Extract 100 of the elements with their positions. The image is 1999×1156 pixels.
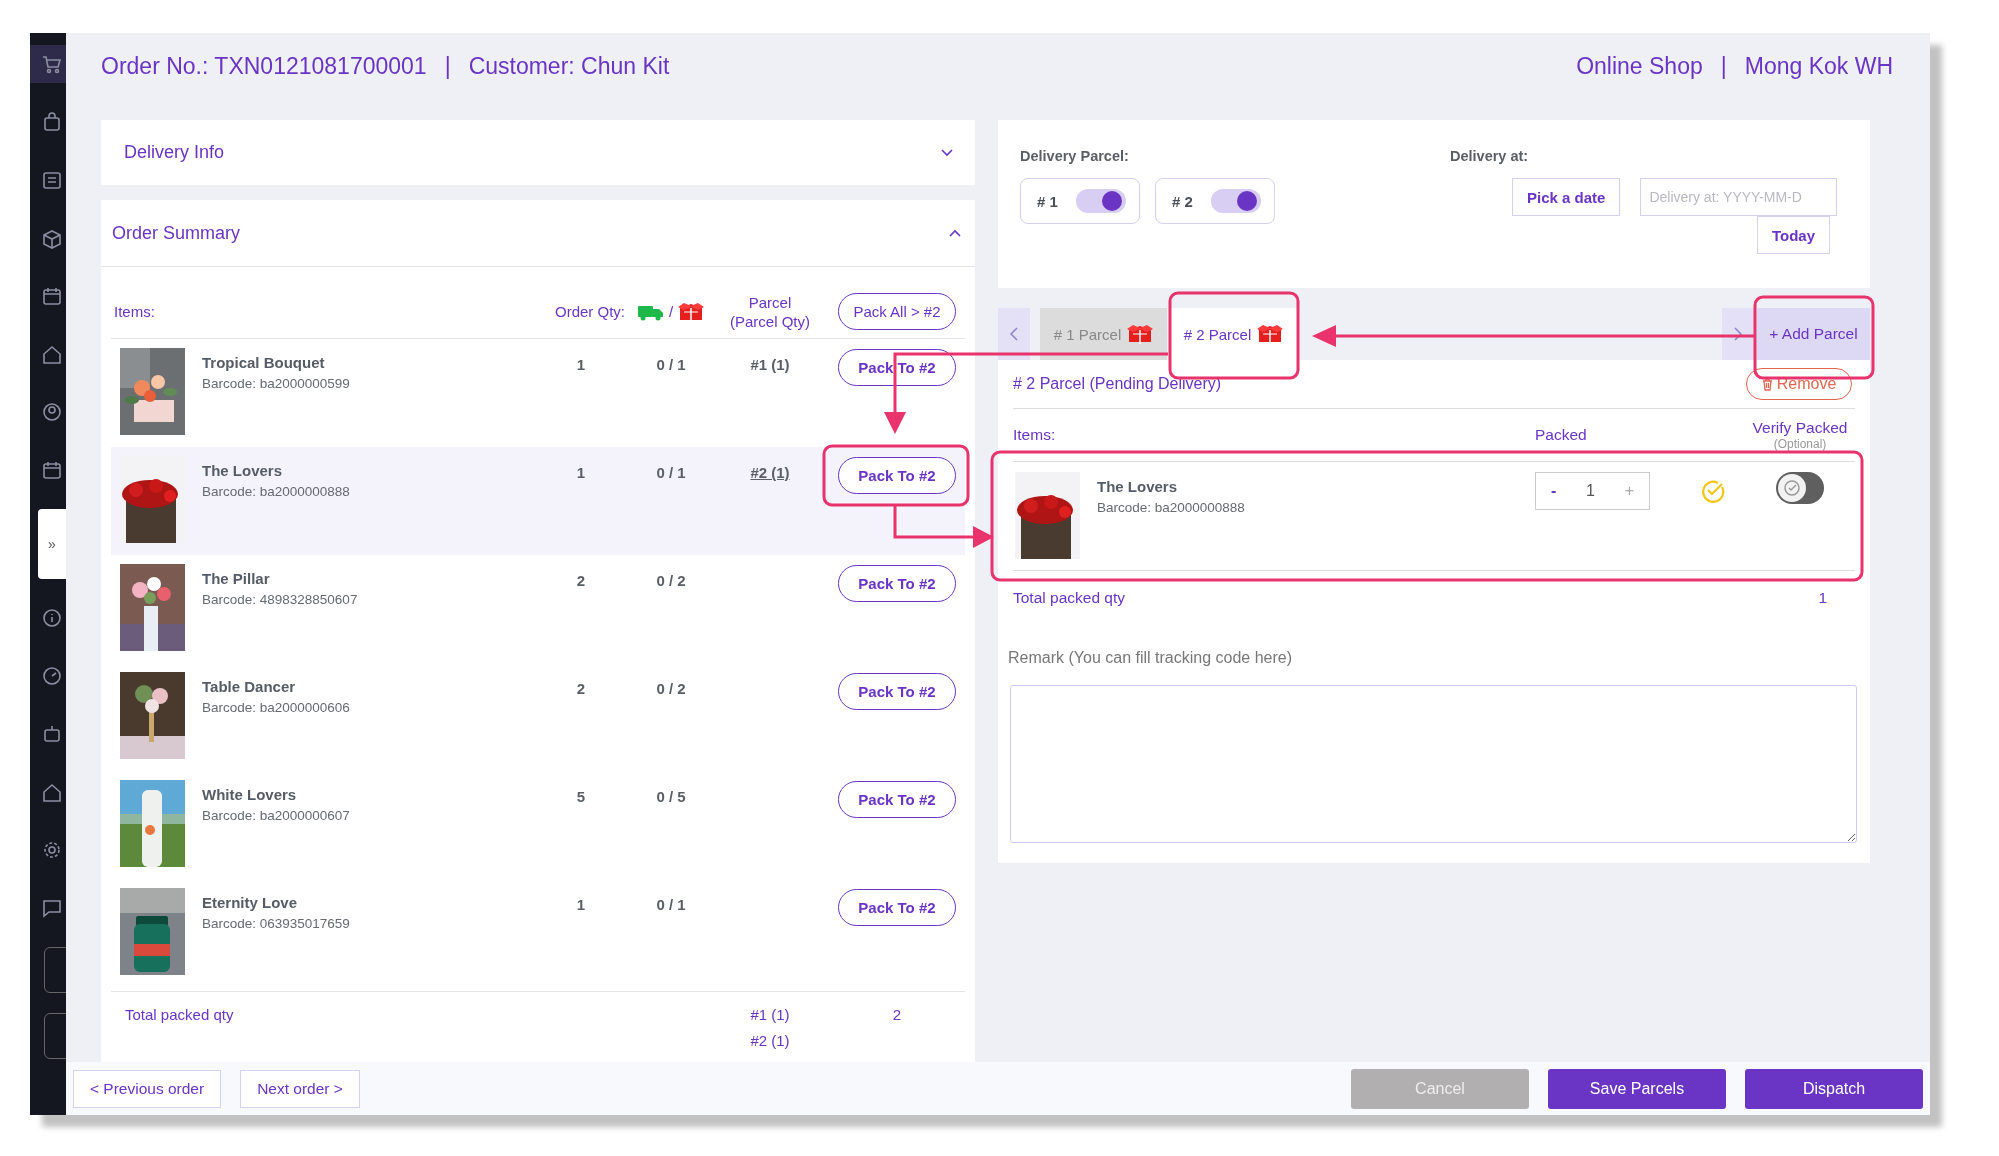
bag-icon[interactable] [41, 111, 63, 133]
verify-switch[interactable] [1776, 472, 1824, 504]
remark-field[interactable] [1010, 685, 1857, 843]
column-header: Items: [113, 303, 156, 320]
table-cell-text: 0 / 1 [655, 895, 687, 913]
toggle-switch[interactable] [1076, 189, 1126, 213]
total-value: 1 [1818, 589, 1827, 607]
box-icon[interactable] [41, 227, 63, 249]
pack-button[interactable]: Pack To #2 [838, 349, 956, 386]
box-icon [1257, 324, 1284, 344]
column-note: (Optional) [1773, 437, 1827, 451]
item-barcode: Barcode: ba2000000888 [1097, 500, 1245, 515]
chevron-down-icon[interactable] [941, 148, 953, 157]
item-row[interactable]: The Lovers Barcode: ba2000000888 1 0 / 1 #2 (1) Pack To #2 [111, 447, 965, 555]
user-icon[interactable] [41, 401, 63, 423]
list-icon[interactable] [41, 169, 63, 191]
item-row[interactable]: Eternity Love Barcode: 063935017659 1 0 / 1 Pack To #2 [111, 879, 965, 987]
quantity-stepper[interactable]: - 1 + [1535, 472, 1650, 510]
item-barcode: Barcode: ba2000000606 [202, 700, 350, 715]
table-cell-text: 0 / 2 [655, 679, 687, 697]
date-field[interactable]: Delivery at: YYYY-MM-D [1640, 178, 1838, 216]
today-button[interactable]: Today [1756, 216, 1830, 254]
pack-all-button[interactable]: Pack All > #2 [838, 293, 956, 330]
parcel-toggle[interactable]: # 1 [1020, 178, 1140, 224]
pack-button[interactable]: Pack To #2 [838, 781, 956, 818]
total-label: Total packed qty [124, 1006, 235, 1025]
column-header: Packed [1535, 426, 1588, 444]
toggle-label: # 2 [1172, 192, 1193, 210]
sidebar-item[interactable] [30, 45, 66, 83]
next-order-button[interactable]: Next order > [240, 1069, 360, 1108]
column-header: Items: [1013, 426, 1057, 444]
settings-icon[interactable] [41, 839, 63, 861]
chevron-right-icon [1734, 327, 1742, 341]
info-icon[interactable] [41, 607, 63, 629]
calendar-icon[interactable] [41, 285, 63, 307]
item-row[interactable]: Table Dancer Barcode: ba2000000606 2 0 / 2 Pack To #2 [111, 663, 965, 771]
previous-button[interactable] [998, 308, 1030, 360]
pack-button[interactable]: Pack To #2 [838, 889, 956, 926]
item-barcode: Barcode: ba2000000599 [202, 376, 350, 391]
panel-title: Delivery Info [124, 142, 225, 163]
item-row[interactable]: Tropical Bouquet Barcode: ba2000000599 1 0 / 1 #1 (1) Pack To #2 [111, 339, 965, 447]
home-icon[interactable] [41, 781, 63, 803]
header-text: Mong Kok WH [1744, 53, 1893, 80]
total-value: 2 [892, 1006, 902, 1023]
pack-button[interactable]: Pack To #2 [838, 565, 956, 602]
parcel-link[interactable]: #2 (1) [750, 464, 790, 481]
delivery-info-panel[interactable]: Delivery Info [101, 120, 975, 185]
cart-icon[interactable] [41, 53, 63, 75]
table-cell-text: 0 / 1 [655, 355, 687, 373]
item-row[interactable]: The Pillar Barcode: 4898328850607 2 0 / 2 Pack To #2 [111, 555, 965, 663]
chat-icon[interactable] [41, 897, 63, 919]
robot-icon[interactable] [41, 723, 63, 745]
action-button[interactable]: Dispatch [1745, 1068, 1923, 1109]
sidebar-toggle[interactable]: » [38, 509, 66, 579]
table-cell-text: 0 / 1 [655, 463, 687, 481]
item-row[interactable]: White Lovers Barcode: ba2000000607 5 0 / 5 Pack To #2 [111, 771, 965, 879]
add-parcel-button[interactable]: + Add Parcel [1757, 308, 1870, 360]
table-cell-text: 1 [575, 463, 587, 481]
table-cell-text: 0 / 2 [655, 571, 687, 589]
item-barcode: Barcode: 4898328850607 [202, 592, 358, 607]
table-cell-text: 5 [575, 787, 587, 805]
column-header: Parcel [748, 293, 792, 311]
table-cell-text: 2 [575, 679, 587, 697]
next-button[interactable] [1722, 308, 1754, 360]
chevron-up-icon[interactable] [949, 229, 961, 237]
column-header: / [668, 303, 674, 320]
gauge-icon[interactable] [41, 665, 63, 687]
remove-button[interactable]: Remove [1746, 368, 1852, 400]
total-label: Total packed qty [1013, 589, 1125, 607]
table-cell-text: 1 [575, 355, 587, 373]
field-label: Delivery at: [1450, 148, 1530, 164]
item-name: Table Dancer [202, 678, 297, 695]
column-header: (Parcel Qty) [730, 312, 810, 330]
table-cell-text: 0 / 5 [655, 787, 687, 805]
pick-date-button[interactable]: Pick a date [1512, 178, 1621, 216]
header-text: Customer: Chun Kit [468, 53, 670, 80]
table-cell-text: 2 [575, 571, 587, 589]
calendar-icon[interactable] [41, 459, 63, 481]
parcel-tab[interactable]: # 2 Parcel [1170, 308, 1297, 360]
toggle-label: # 1 [1037, 192, 1058, 210]
header-text: Online Shop [1576, 53, 1703, 80]
panel-title: Order Summary [112, 222, 241, 244]
header-text: | [1720, 53, 1727, 80]
column-header: Verify Packed [1752, 419, 1848, 437]
item-name: Eternity Love [202, 894, 299, 911]
decrement-button[interactable]: - [1550, 482, 1557, 500]
box-icon [678, 301, 705, 322]
field-label: Delivery Parcel: [1020, 148, 1130, 164]
home-icon[interactable] [41, 343, 63, 365]
column-header: Order Qty: [554, 303, 626, 320]
item-barcode: Barcode: 063935017659 [202, 916, 350, 931]
item-name: The Pillar [202, 570, 271, 587]
parcel-title: # 2 Parcel (Pending Delivery) [1013, 375, 1222, 393]
action-button[interactable]: Save Parcels [1548, 1068, 1726, 1109]
previous-order-button[interactable]: < Previous order [73, 1069, 222, 1108]
box-icon [1127, 324, 1154, 344]
pack-button[interactable]: Pack To #2 [838, 673, 956, 710]
pack-button[interactable]: Pack To #2 [838, 457, 956, 494]
toggle-switch[interactable] [1211, 189, 1261, 213]
parcel-toggle[interactable]: # 2 [1155, 178, 1275, 224]
